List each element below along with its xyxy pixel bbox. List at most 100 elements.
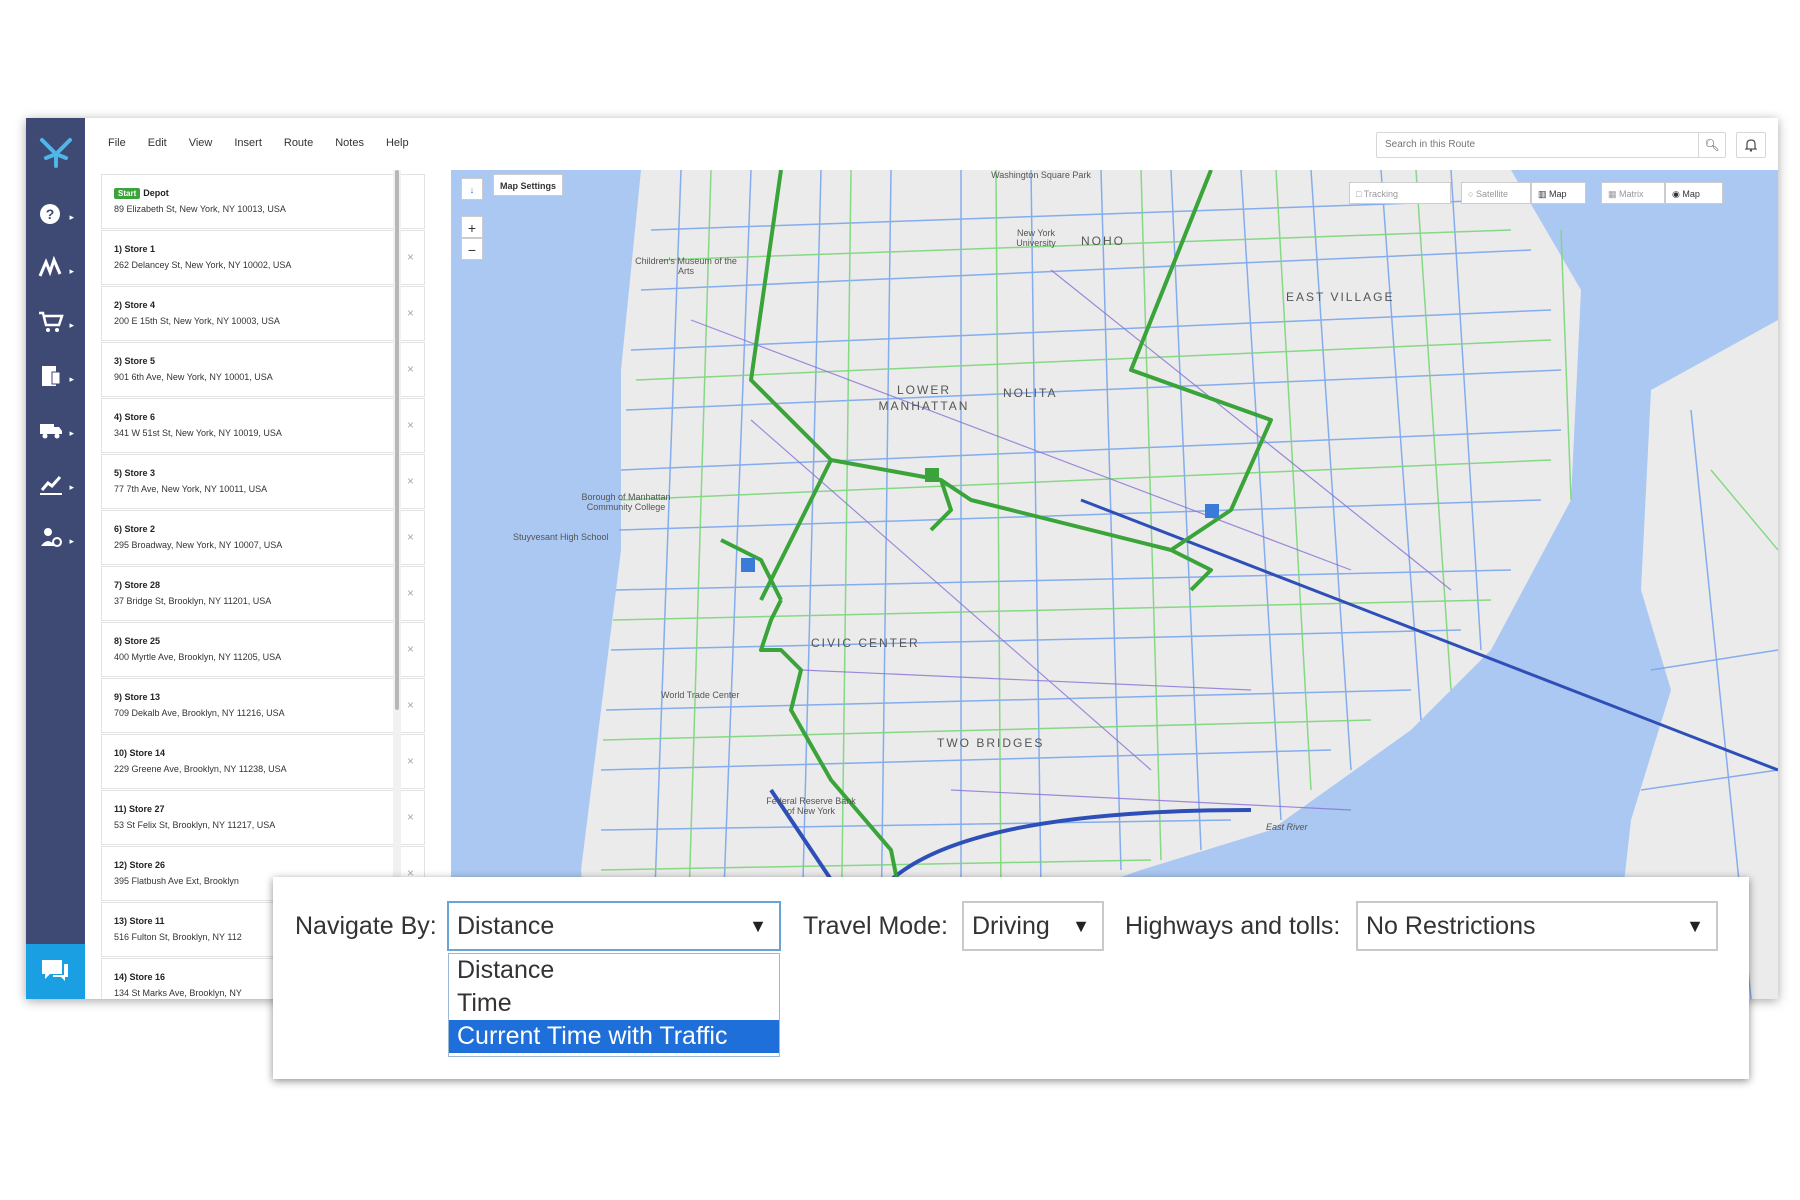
stop-name: 4) Store 6	[114, 412, 156, 422]
search-icon[interactable]: 🔍︎	[1698, 133, 1725, 157]
dropdown-arrow-icon: ▼	[1686, 916, 1704, 936]
cart-icon[interactable]: ▸	[38, 310, 74, 340]
tracking-label: Tracking	[1363, 189, 1398, 199]
stop-item[interactable]: 9) Store 13 709 Dekalb Ave, Brooklyn, NY …	[101, 678, 425, 733]
stop-marker-icon	[741, 558, 755, 572]
start-badge: Start	[114, 188, 141, 199]
route-search: 🔍︎	[1376, 132, 1726, 158]
navigate-by-value: Distance	[457, 912, 555, 940]
tracking-button[interactable]: □ Tracking	[1349, 182, 1451, 204]
remove-stop-icon[interactable]: ×	[407, 642, 414, 656]
map-settings-button[interactable]: Map Settings	[493, 174, 564, 196]
matrix-button[interactable]: ▦ Matrix	[1601, 182, 1665, 204]
satellite-icon: ○	[1468, 189, 1474, 199]
option-current-time-with-traffic[interactable]: Current Time with Traffic	[449, 1020, 779, 1053]
svg-text:?: ?	[46, 206, 55, 222]
stop-name: 3) Store 5	[114, 356, 156, 366]
stop-address: 229 Greene Ave, Brooklyn, NY 11238, USA	[114, 764, 287, 774]
travel-mode-label: Travel Mode:	[803, 912, 948, 940]
map-pin-icon: ◉	[1672, 189, 1680, 199]
app-logo-icon	[40, 138, 72, 168]
option-time[interactable]: Time	[449, 987, 779, 1020]
menu-insert[interactable]: Insert	[234, 137, 262, 149]
remove-stop-icon[interactable]: ×	[407, 250, 414, 264]
stop-address: 400 Myrtle Ave, Brooklyn, NY 11205, USA	[114, 652, 282, 662]
stop-list-scrollbar[interactable]	[393, 170, 401, 999]
menu-view[interactable]: View	[189, 137, 213, 149]
matrix-label: Matrix	[1619, 189, 1644, 199]
matrix-icon: ▦	[1608, 189, 1617, 199]
zoom-out-button[interactable]: −	[461, 238, 483, 260]
satellite-label: Satellite	[1475, 189, 1508, 199]
option-distance[interactable]: Distance	[449, 954, 779, 987]
stop-name: 13) Store 11	[114, 916, 165, 926]
travel-mode-select[interactable]: Driving ▼	[962, 901, 1104, 951]
route-map[interactable]: ↓ Map Settings + − □ Tracking ○ Satellit…	[451, 170, 1778, 999]
stop-address: 89 Elizabeth St, New York, NY 10013, USA	[114, 204, 286, 214]
stop-address: 295 Broadway, New York, NY 10007, USA	[114, 540, 283, 550]
scrollbar-thumb[interactable]	[395, 170, 399, 710]
chat-button[interactable]	[26, 944, 85, 999]
remove-stop-icon[interactable]: ×	[407, 698, 414, 712]
stop-name: 9) Store 13	[114, 692, 161, 702]
map-canvas[interactable]	[451, 170, 1778, 999]
highways-tolls-value: No Restrictions	[1366, 912, 1536, 940]
dropdown-arrow-icon: ▼	[749, 916, 767, 936]
dropdown-arrow-icon: ▼	[1072, 916, 1090, 936]
remove-stop-icon[interactable]: ×	[407, 810, 414, 824]
notification-bell-icon[interactable]	[1736, 132, 1766, 158]
map-fold-icon: ▥	[1538, 189, 1547, 199]
remove-stop-icon[interactable]: ×	[407, 474, 414, 488]
menu-edit[interactable]: Edit	[148, 137, 167, 149]
remove-stop-icon[interactable]: ×	[407, 530, 414, 544]
stop-address: 134 St Marks Ave, Brooklyn, NY	[114, 988, 242, 998]
menu-notes[interactable]: Notes	[335, 137, 364, 149]
top-menu-bar: File Edit View Insert Route Notes Help 🔍…	[85, 118, 1778, 171]
highways-tolls-label: Highways and tolls:	[1125, 912, 1341, 940]
highways-tolls-select[interactable]: No Restrictions ▼	[1356, 901, 1718, 951]
remove-stop-icon[interactable]: ×	[407, 754, 414, 768]
stop-name: 5) Store 3	[114, 468, 156, 478]
stop-name: 2) Store 4	[114, 300, 156, 310]
search-input[interactable]	[1377, 133, 1693, 155]
zoom-in-button[interactable]: +	[461, 216, 483, 238]
map-view-button[interactable]: ▥ Map	[1531, 182, 1586, 204]
stop-item[interactable]: 7) Store 28 37 Bridge St, Brooklyn, NY 11…	[101, 566, 425, 621]
menu-help[interactable]: Help	[386, 137, 409, 149]
navigate-by-select[interactable]: Distance ▼	[447, 901, 781, 951]
stop-item[interactable]: 2) Store 4 200 E 15th St, New York, NY 10…	[101, 286, 425, 341]
satellite-button[interactable]: ○ Satellite	[1461, 182, 1531, 204]
help-icon[interactable]: ? ▸	[38, 202, 74, 232]
analytics-icon[interactable]: ▸	[38, 472, 74, 502]
stop-item-depot[interactable]: Start Depot 89 Elizabeth St, New York, NY…	[101, 174, 425, 229]
team-icon[interactable]: ▸	[38, 526, 74, 556]
stop-address: 200 E 15th St, New York, NY 10003, USA	[114, 316, 280, 326]
stop-address: 901 6th Ave, New York, NY 10001, USA	[114, 372, 273, 382]
map-pin-button[interactable]: ◉ Map	[1665, 182, 1723, 204]
remove-stop-icon[interactable]: ×	[407, 362, 414, 376]
stop-item[interactable]: 1) Store 1 262 Delancey St, New York, NY …	[101, 230, 425, 285]
truck-icon[interactable]: ▸	[38, 418, 74, 448]
depot-marker-icon	[925, 468, 939, 482]
routes-icon[interactable]: ▸	[38, 255, 74, 286]
navigate-by-label: Navigate By:	[295, 912, 437, 940]
remove-stop-icon[interactable]: ×	[407, 306, 414, 320]
stop-address: 37 Bridge St, Brooklyn, NY 11201, USA	[114, 596, 272, 606]
stop-item[interactable]: 5) Store 3 77 7th Ave, New York, NY 10011…	[101, 454, 425, 509]
stop-name: 1) Store 1	[114, 244, 156, 254]
stop-item[interactable]: 10) Store 14 229 Greene Ave, Brooklyn, NY…	[101, 734, 425, 789]
travel-mode-value: Driving	[972, 912, 1050, 940]
document-icon[interactable]: ▸	[38, 364, 74, 394]
location-pin-icon[interactable]: ↓	[461, 178, 483, 200]
stop-item[interactable]: 3) Store 5 901 6th Ave, New York, NY 1000…	[101, 342, 425, 397]
remove-stop-icon[interactable]: ×	[407, 418, 414, 432]
menu-file[interactable]: File	[108, 137, 126, 149]
stop-item[interactable]: 11) Store 27 53 St Felix St, Brooklyn, NY…	[101, 790, 425, 845]
stop-address: 262 Delancey St, New York, NY 10002, USA	[114, 260, 292, 270]
stop-item[interactable]: 4) Store 6 341 W 51st St, New York, NY 10…	[101, 398, 425, 453]
remove-stop-icon[interactable]: ×	[407, 586, 414, 600]
menu-route[interactable]: Route	[284, 137, 313, 149]
stop-name: 7) Store 28	[114, 580, 161, 590]
stop-item[interactable]: 6) Store 2 295 Broadway, New York, NY 100…	[101, 510, 425, 565]
stop-item[interactable]: 8) Store 25 400 Myrtle Ave, Brooklyn, NY …	[101, 622, 425, 677]
